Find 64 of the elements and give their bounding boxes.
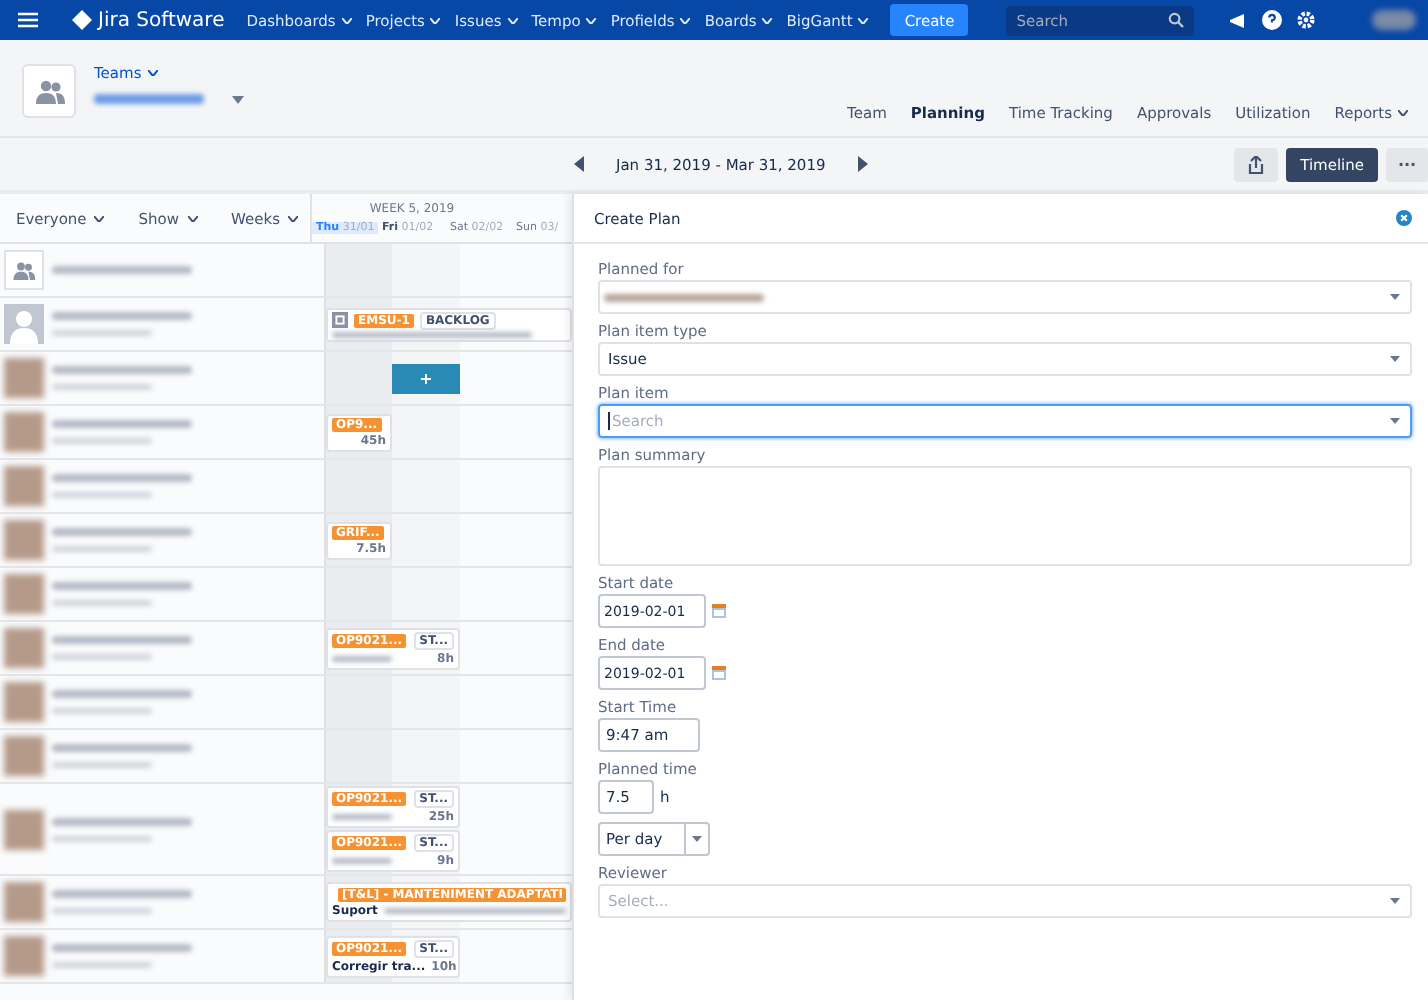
caret-icon <box>858 17 869 23</box>
caret-icon <box>586 17 597 23</box>
caret-icon <box>680 17 691 23</box>
blurred-name <box>52 890 192 898</box>
select-field[interactable] <box>598 280 1412 314</box>
caret-icon <box>341 17 352 23</box>
blurred-summary <box>332 655 392 661</box>
blurred-name <box>52 817 192 825</box>
calendar-icon[interactable] <box>712 666 726 680</box>
blurred-name <box>52 366 192 374</box>
photo-placeholder <box>4 809 44 849</box>
caret-icon <box>1390 294 1400 300</box>
blurred-team-name <box>94 94 204 104</box>
blurred-name <box>52 690 192 698</box>
app-name[interactable]: Jira Software <box>98 9 225 31</box>
caret-icon <box>288 215 298 221</box>
photo-placeholder <box>4 628 44 668</box>
blurred-name <box>52 744 192 752</box>
blurred-summary <box>332 814 392 820</box>
share-icon <box>1248 155 1265 173</box>
calendar-icon[interactable] <box>712 604 726 618</box>
close-icon[interactable] <box>1396 210 1412 226</box>
caret-icon[interactable] <box>232 95 244 103</box>
photo-placeholder <box>4 358 44 398</box>
caret-icon <box>187 215 198 221</box>
blurred-name <box>52 312 192 320</box>
diamond-logo-icon <box>72 10 92 30</box>
photo-placeholder <box>4 882 44 922</box>
people-icon <box>33 79 65 103</box>
add-plan-button[interactable]: + <box>392 363 460 393</box>
blurred-name <box>52 266 192 274</box>
share-button[interactable] <box>1234 147 1279 181</box>
blurred-name <box>52 582 192 590</box>
photo-placeholder <box>4 412 44 452</box>
blurred-name <box>52 420 192 428</box>
caret-icon <box>1390 418 1400 424</box>
help-icon[interactable] <box>1262 10 1283 30</box>
blurred-name <box>52 944 192 952</box>
photo-placeholder <box>4 574 44 614</box>
blurred-name <box>52 636 192 644</box>
blurred-name <box>52 474 192 482</box>
next-arrow-icon[interactable] <box>857 156 868 172</box>
more-button[interactable]: ··· <box>1386 147 1428 181</box>
caret-icon <box>1390 356 1400 362</box>
photo-placeholder <box>4 936 44 976</box>
previous-arrow-icon[interactable] <box>574 156 584 172</box>
caret-icon <box>692 836 702 842</box>
photo-placeholder <box>4 520 44 560</box>
people-icon <box>12 261 36 279</box>
search-icon <box>1168 12 1185 28</box>
caret-icon <box>1390 898 1400 904</box>
caret-icon <box>94 215 105 221</box>
menu-icon[interactable] <box>18 12 38 28</box>
photo-placeholder <box>4 736 44 776</box>
photo-placeholder <box>4 466 44 506</box>
square-icon <box>332 312 348 328</box>
caret-icon <box>147 70 158 76</box>
caret-icon <box>507 17 518 23</box>
photo-placeholder <box>4 682 44 722</box>
settings-icon[interactable] <box>1296 10 1317 30</box>
caret-icon <box>430 17 441 23</box>
caret-icon <box>762 17 773 23</box>
blurred-summary <box>332 858 392 864</box>
blurred-name <box>52 528 192 536</box>
